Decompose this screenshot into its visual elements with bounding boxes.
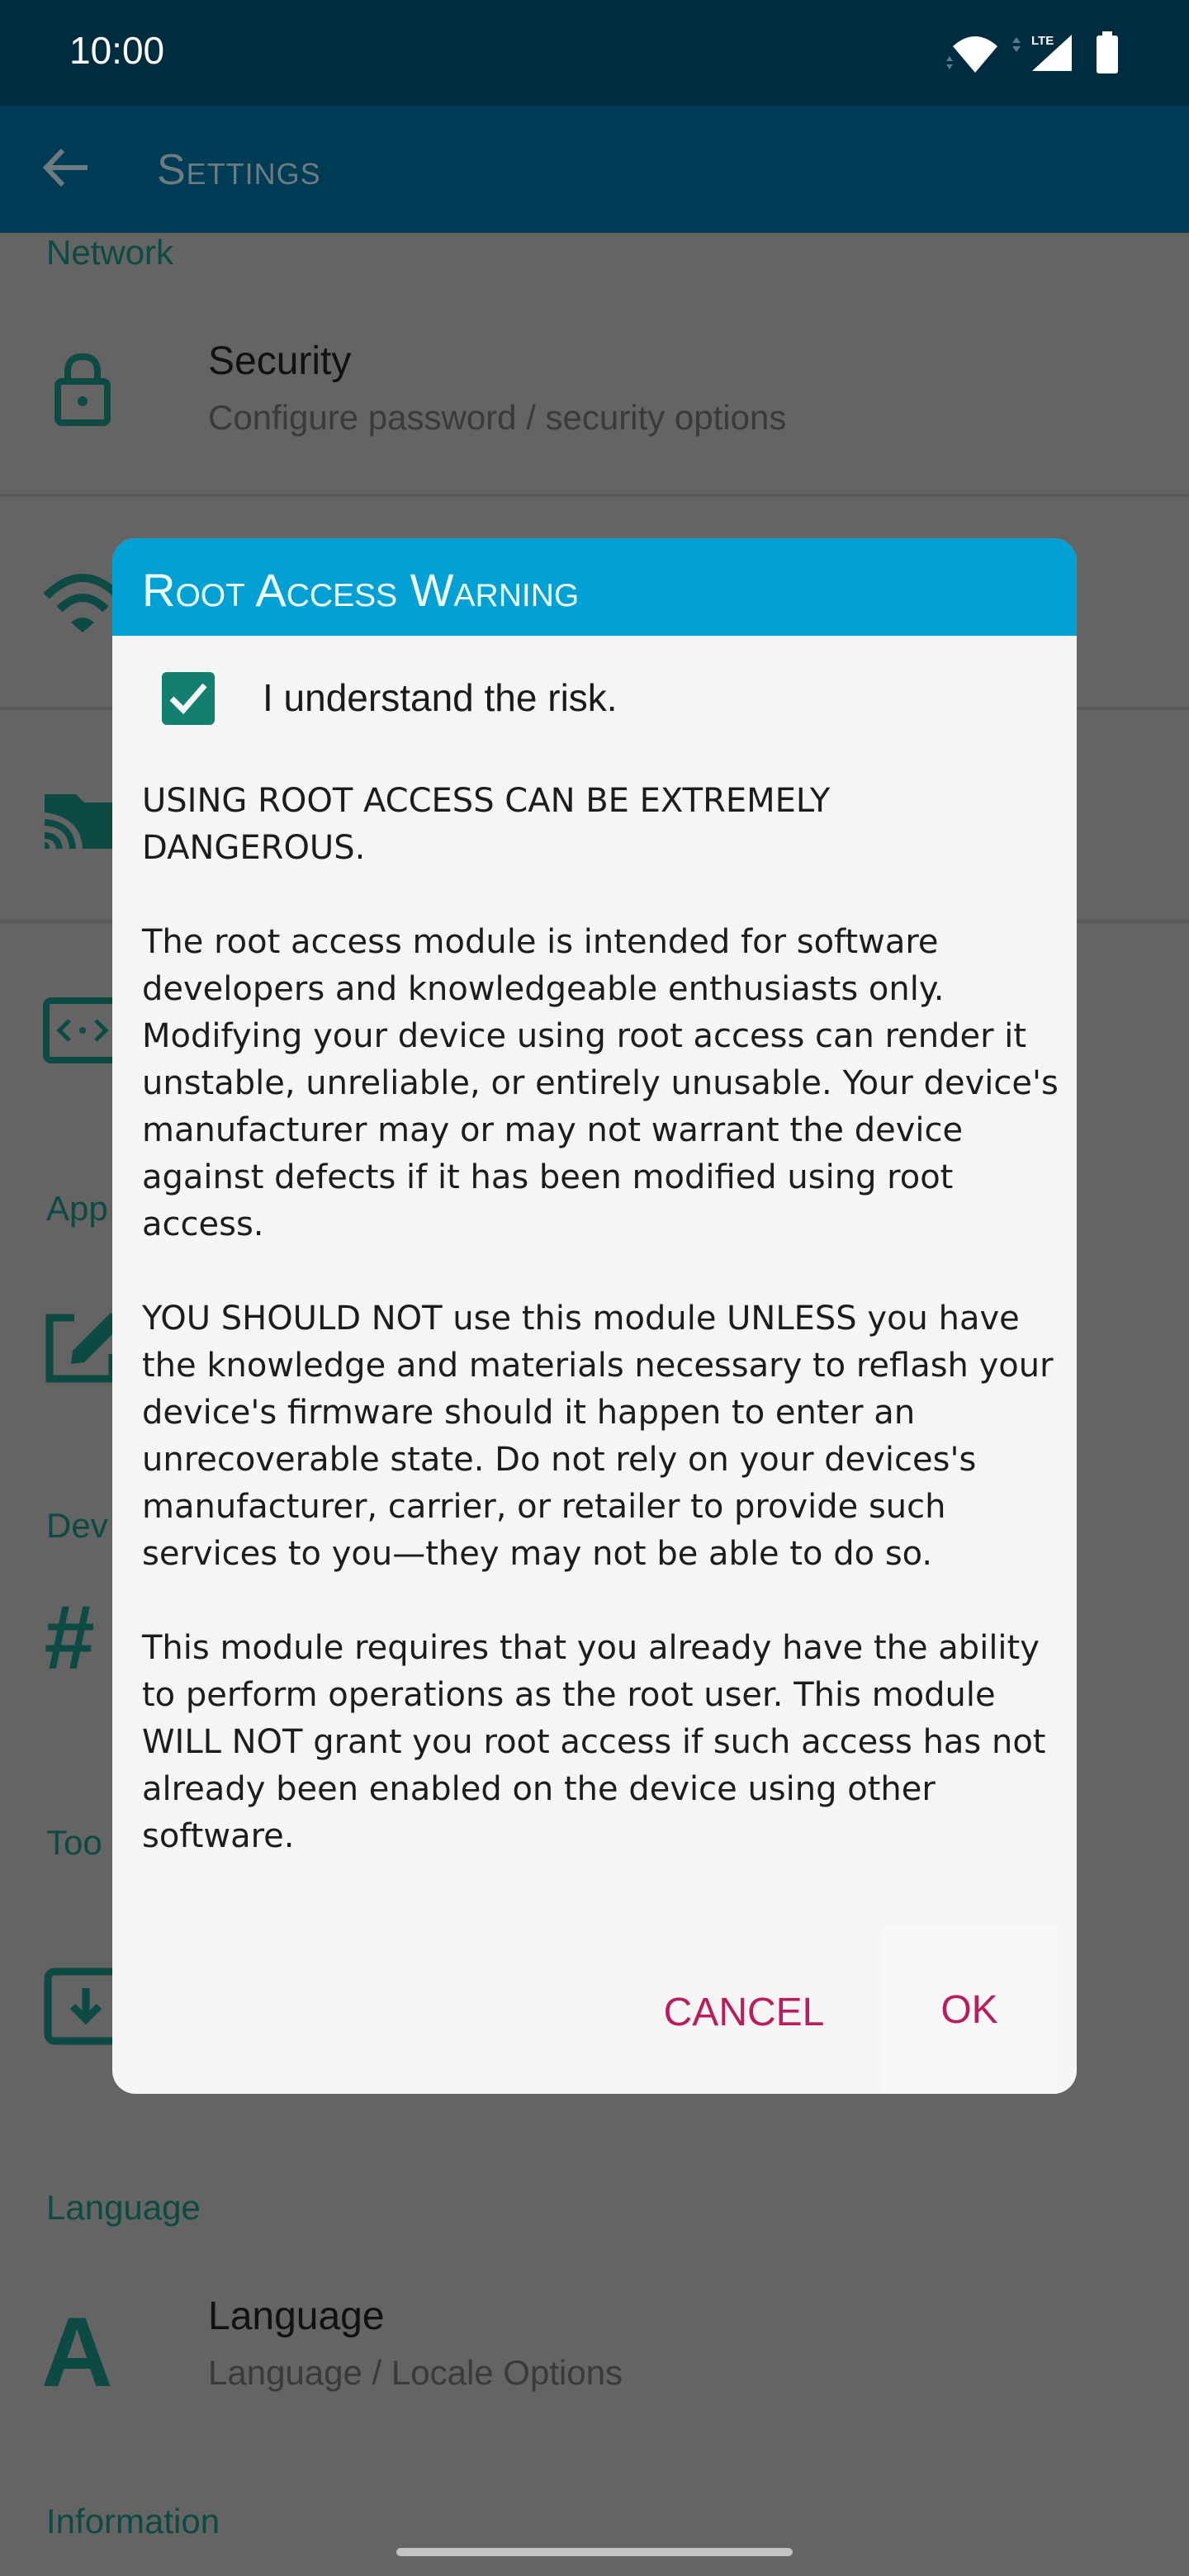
gesture-navigation-bar[interactable]: [396, 2548, 793, 2556]
settings-item-subtitle: Language / Locale Options: [208, 2353, 623, 2392]
understand-risk-checkbox[interactable]: [162, 672, 215, 725]
section-header-information: Information: [46, 2502, 220, 2535]
back-arrow-icon[interactable]: [36, 139, 94, 197]
section-header-app: App: [46, 1189, 108, 1228]
warning-paragraph: This module requires that you already ha…: [142, 1629, 1046, 1855]
language-a-icon: A: [41, 2297, 113, 2408]
wifi-icon: [946, 36, 997, 73]
lock-icon: [54, 353, 111, 426]
wifi-icon: [43, 574, 122, 632]
ok-button[interactable]: OK: [882, 1925, 1057, 2094]
section-header-tools: Too: [46, 1823, 102, 1862]
section-header-language: Language: [46, 2188, 201, 2227]
root-access-warning-dialog: Root Access Warning I understand the ris…: [112, 538, 1077, 2094]
page-title: Settings: [157, 146, 321, 194]
hash-icon: #: [43, 1587, 94, 1688]
code-icon: [43, 997, 124, 1063]
cellular-signal-icon: LTE: [1012, 34, 1072, 71]
svg-text:LTE: LTE: [1031, 34, 1054, 48]
warning-paragraph: USING ROOT ACCESS CAN BE EXTREMELY DANGE…: [142, 782, 831, 867]
status-bar: 10:00 LTE: [0, 0, 1189, 106]
settings-item-language[interactable]: A Language Language / Locale Options: [0, 2254, 1189, 2460]
settings-item-subtitle: Configure password / security options: [208, 398, 787, 437]
dialog-message: USING ROOT ACCESS CAN BE EXTREMELY DANGE…: [142, 778, 1059, 1907]
battery-icon: [1097, 31, 1118, 73]
status-time: 10:00: [69, 29, 165, 72]
checkmark-icon: [169, 683, 207, 715]
settings-item-security[interactable]: Security Configure password / security o…: [0, 289, 1189, 495]
checkbox-label: I understand the risk.: [263, 676, 618, 719]
edit-icon: [45, 1313, 122, 1383]
cancel-button[interactable]: CANCEL: [632, 1975, 855, 2049]
settings-item-title: Security: [208, 339, 352, 383]
settings-item-title: Language: [208, 2294, 385, 2338]
warning-paragraph: YOU SHOULD NOT use this module UNLESS yo…: [142, 1300, 1054, 1573]
understand-risk-checkbox-row[interactable]: I understand the risk.: [145, 654, 740, 745]
section-header-dev: Dev: [46, 1506, 108, 1545]
dialog-title: Root Access Warning: [142, 564, 580, 616]
download-icon: [44, 1968, 124, 2045]
cast-icon: [44, 794, 124, 850]
dialog-header: Root Access Warning: [112, 538, 1077, 636]
section-header-network: Network: [46, 233, 174, 272]
warning-paragraph: The root access module is intended for s…: [142, 923, 1059, 1243]
